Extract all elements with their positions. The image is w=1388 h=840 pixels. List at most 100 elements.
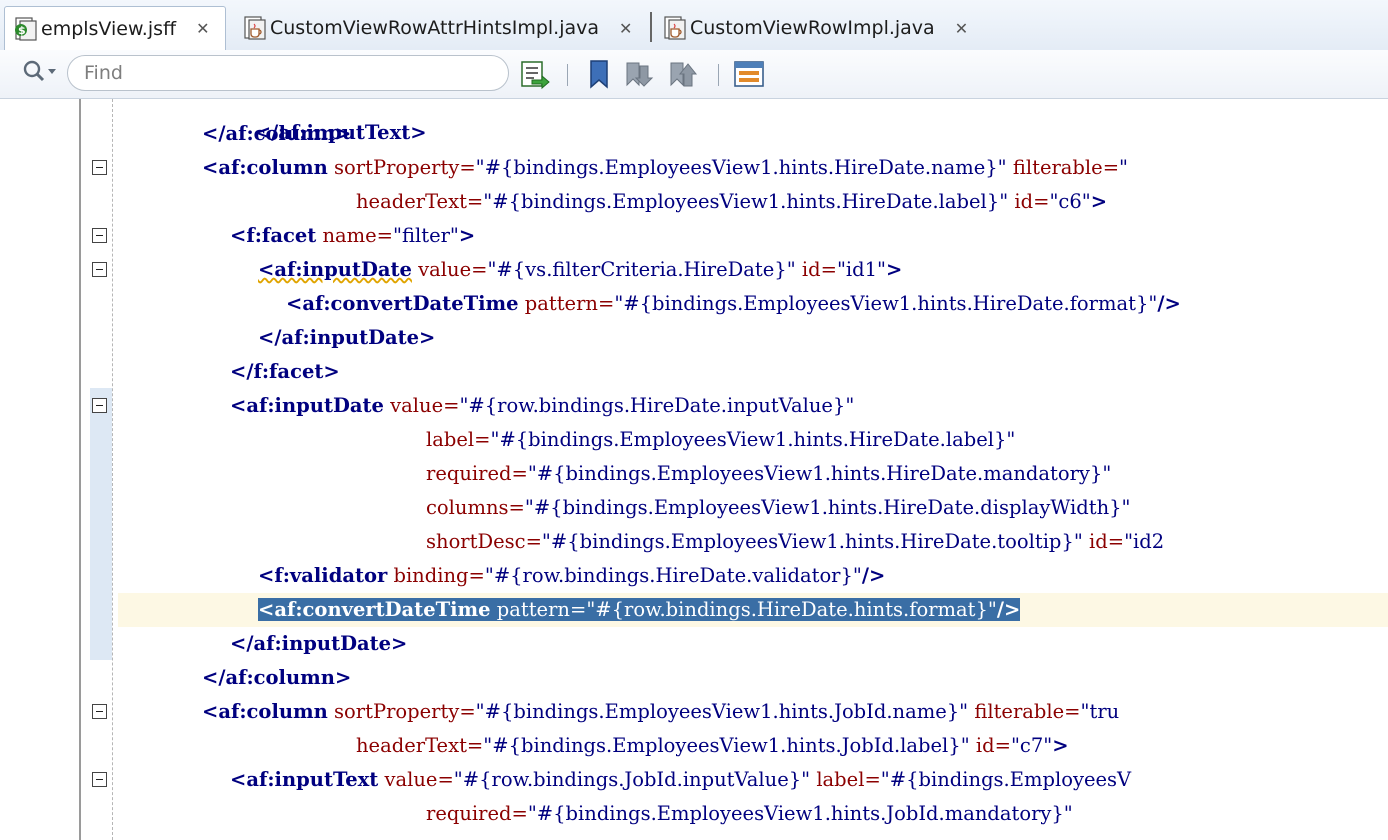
tab-customviewrowimpl-java[interactable]: CustomViewRowImpl.java ✕ [654,6,984,50]
xml-tag-token: </af:column> [202,666,352,689]
xml-tag-token: <af:inputDate [258,258,412,281]
fold-toggle-icon[interactable] [92,704,107,719]
code-line: </af:column> [202,661,351,695]
fold-toggle-icon[interactable] [92,262,107,277]
search-options-icon[interactable] [20,58,60,86]
close-icon[interactable]: ✕ [619,19,632,38]
xml-attribute-token: id= [1008,190,1050,213]
xml-attribute-token: pattern= [490,598,587,621]
close-icon[interactable]: ✕ [196,19,209,38]
xml-tag-token: > [1052,734,1069,757]
code-line: <af:inputDate value="#{row.bindings.Hire… [230,389,854,423]
xml-attribute-token: binding= [387,564,485,587]
code-line: </af:inputDate> [258,321,435,355]
xml-tag-token: </af:column> [202,122,352,145]
code-line: <f:validator binding="#{row.bindings.Hir… [258,559,885,593]
xml-tag-token: <af:convertDateTime [286,292,519,315]
tab-separator [650,12,652,42]
xml-attribute-token: id= [969,734,1011,757]
xml-value-token: "#{vs.filterCriteria.HireDate}" [487,258,796,281]
xml-value-token: "id1" [836,258,887,281]
code-line: </af:inputDate> [230,627,407,661]
find-input[interactable] [67,55,509,91]
xml-tag-token: > [458,224,476,247]
fold-toggle-icon[interactable] [92,398,107,413]
xml-value-token: "#{row.bindings.JobId.inputValue}" [453,768,811,791]
tab-label: CustomViewRowImpl.java [690,17,935,39]
toolbar-separator [567,64,568,86]
xml-tag-token: > [1090,190,1108,213]
code-line: <f:facet name="filter"> [230,219,475,253]
xml-attribute-token: value= [411,258,488,281]
selected-text: <af:convertDateTime pattern="#{row.bindi… [258,598,1021,621]
next-bookmark-icon[interactable] [668,58,700,90]
code-line: headerText="#{bindings.EmployeesView1.hi… [356,729,1069,763]
code-line: columns="#{bindings.EmployeesView1.hints… [426,491,1131,525]
xml-tag-token: </af:inputDate> [258,326,436,349]
xml-value-token: "#{bindings.EmployeesView1.hints.HireDat… [527,462,1112,485]
tab-emplsview-jsff[interactable]: $ emplsView.jsff ✕ [4,6,226,50]
code-line: <af:column sortProperty="#{bindings.Empl… [202,151,1128,185]
goto-line-icon[interactable] [518,58,550,90]
toolbar-separator [718,64,719,86]
xml-tag-token: <f:validator [258,564,388,587]
code-line: <af:convertDateTime pattern="#{bindings.… [286,287,1181,321]
xml-tag-token: /> [1157,292,1181,315]
xml-attribute-token: sortProperty= [327,156,476,179]
editor-toolbar [0,50,1388,99]
xml-attribute-token: label= [426,428,491,451]
xml-value-token: "#{bindings.EmployeesView1.hints.HireDat… [614,292,1158,315]
fold-toggle-icon[interactable] [92,772,107,787]
xml-value-token: "#{bindings.EmployeesView1.hints.JobId.n… [475,700,969,723]
fold-toggle-icon[interactable] [92,228,107,243]
xml-value-token: "#{row.bindings.HireDate.validator}" [484,564,862,587]
xml-tag-token: /> [861,564,886,587]
xml-attribute-token: label= [810,768,881,791]
tab-customviewrowattrhintsimpl-java[interactable]: CustomViewRowAttrHintsImpl.java ✕ [234,6,648,50]
xml-attribute-token: headerText= [356,734,484,757]
xml-value-token: "tru [1080,700,1120,723]
xml-tag-token: <af:column [202,700,328,723]
xml-attribute-token: columns= [426,496,525,519]
previous-bookmark-icon[interactable] [624,58,656,90]
toggle-bookmark-icon[interactable] [583,58,615,90]
code-editor[interactable]: </af:inputText> </af:column> <af:column s… [0,99,1388,840]
xml-attribute-token: required= [426,462,528,485]
xml-attribute-token: filterable= [968,700,1081,723]
xml-value-token: "#{bindings.EmployeesView1.hints.JobId.l… [483,734,970,757]
selection-scope-marker [90,388,112,660]
xml-attribute-token: name= [316,224,394,247]
xml-value-token: "#{bindings.EmployeesView1.hints.HireDat… [483,190,1009,213]
java-file-icon [664,16,686,40]
xml-tag-token: <f:facet [230,224,317,247]
xml-value-token: "filter" [393,224,459,247]
xml-attribute-token: shortDesc= [426,530,542,553]
xml-attribute-token: id= [795,258,837,281]
code-line: <af:convertDateTime pattern="#{row.bindi… [258,593,1021,627]
code-line: <af:column sortProperty="#{bindings.Empl… [202,695,1119,729]
code-line: headerText="#{bindings.EmployeesView1.hi… [356,185,1107,219]
xml-tag-token: <af:convertDateTime [258,598,491,621]
xml-attribute-token: value= [378,768,454,791]
code-line: <af:inputText value="#{row.bindings.JobI… [230,763,1131,797]
xml-value-token: " [1119,156,1129,179]
close-icon[interactable]: ✕ [955,19,968,38]
xml-tag-token: </af:inputDate> [230,632,408,655]
xml-value-token: "c7" [1010,734,1053,757]
xml-attribute-token: headerText= [356,190,484,213]
tab-label: CustomViewRowAttrHintsImpl.java [270,17,600,39]
xml-attribute-token: sortProperty= [327,700,476,723]
code-line: required="#{bindings.EmployeesView1.hint… [426,797,1073,831]
jsff-file-icon: $ [15,16,37,41]
xml-value-token: "#{row.bindings.HireDate.inputValue}" [459,394,855,417]
code-line-partial: </af:inputText> [254,121,427,144]
xml-tag-token: <af:inputDate [230,394,384,417]
svg-text:$: $ [18,24,26,37]
xml-attribute-token: pattern= [518,292,615,315]
xml-value-token: "#{bindings.EmployeesView1.hints.HireDat… [524,496,1131,519]
code-line: label="#{bindings.EmployeesView1.hints.H… [426,423,1015,457]
show-structure-icon[interactable] [733,58,765,90]
xml-tag-token: <af:column [202,156,328,179]
xml-attribute-token: value= [383,394,460,417]
fold-toggle-icon[interactable] [92,160,107,175]
